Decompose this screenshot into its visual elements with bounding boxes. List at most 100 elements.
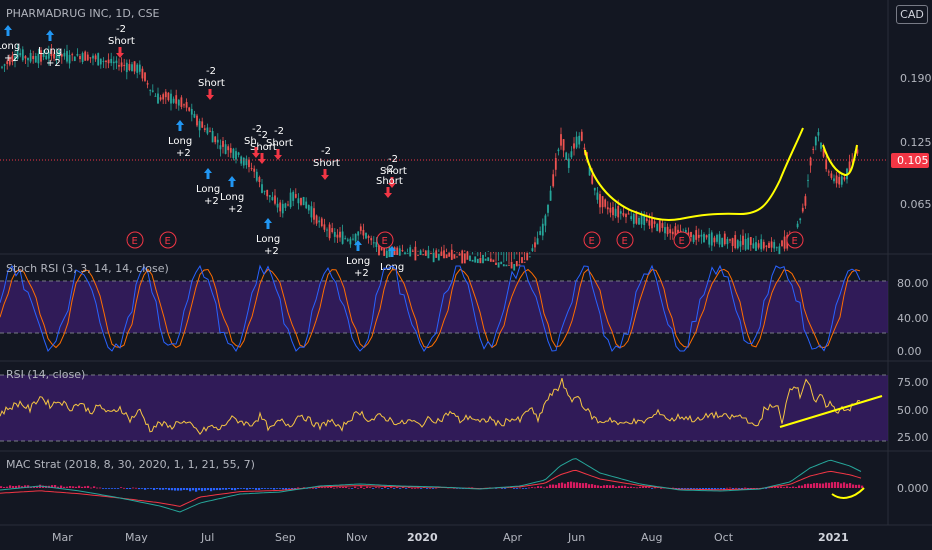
candle-body	[742, 235, 744, 245]
candle-body	[34, 55, 37, 63]
mac-hist-bar	[609, 485, 612, 488]
long-signal[interactable]: Long+2	[346, 240, 370, 279]
mac-tick: 0.000	[897, 482, 929, 495]
mac-hist-bar	[393, 488, 396, 489]
price-pane[interactable]: Long+2Long+2Short-2Long+2Long+2Short-2Sh…	[0, 7, 888, 279]
rsi-pane[interactable]: RSI (14, close)	[0, 368, 888, 442]
candle-body	[102, 60, 105, 62]
mac-hist-bar	[525, 488, 528, 489]
mac-hist-bar	[72, 486, 75, 488]
chart-canvas[interactable]: Long+2Long+2Short-2Long+2Long+2Short-2Sh…	[0, 0, 932, 550]
candle-body	[193, 113, 196, 118]
earnings-letter: E	[589, 236, 595, 247]
candle-body	[526, 252, 529, 261]
candle-body	[575, 136, 578, 148]
mac-hist-bar	[738, 488, 741, 489]
mac-hist-bar	[132, 487, 135, 489]
candle-body	[573, 143, 575, 149]
earnings-letter: E	[679, 236, 685, 247]
candle-body	[775, 247, 778, 249]
candle-body	[560, 134, 562, 146]
short-signal[interactable]: Short-2	[266, 126, 293, 160]
earnings-marker[interactable]: E	[376, 231, 394, 249]
mac-hist-bar	[231, 488, 234, 491]
short-signal[interactable]: Short-2	[198, 66, 225, 100]
mac-hist-bar	[312, 487, 315, 489]
candle-body	[505, 264, 508, 267]
candle-body	[401, 250, 404, 252]
candle-body	[68, 54, 71, 64]
mac-hist-bar	[798, 485, 801, 488]
time-tick: Jun	[567, 531, 585, 544]
candle-body	[328, 224, 331, 239]
candle-body	[404, 252, 406, 255]
candle-body	[435, 250, 438, 258]
mac-hist-bar	[246, 488, 249, 490]
candle-body	[643, 215, 646, 226]
earnings-marker[interactable]: E	[126, 231, 144, 249]
earnings-marker[interactable]: E	[786, 231, 804, 249]
signal-label: Short	[108, 36, 135, 47]
earnings-marker[interactable]: E	[616, 231, 634, 249]
price-pane-title: PHARMADRUG INC, 1D, CSE	[6, 7, 160, 20]
mac-hist-bar	[273, 488, 276, 490]
long-signal[interactable]: Long+2	[168, 120, 192, 159]
candle-body	[76, 54, 79, 56]
candle-body	[339, 231, 341, 238]
mac-hist-bar	[6, 486, 9, 488]
mac-hist-bar	[327, 487, 330, 488]
time-tick: Oct	[714, 531, 734, 544]
candle-body	[89, 57, 92, 59]
candle-body	[235, 151, 237, 160]
mac-hist-bar	[354, 486, 357, 488]
mac-hist-bar	[411, 487, 414, 489]
mac-hist-bar	[567, 482, 570, 488]
stoch-rsi-pane[interactable]: Stoch RSI (3, 3, 14, 14, close)	[0, 262, 888, 353]
earnings-marker[interactable]: E	[583, 231, 601, 249]
candle-body	[640, 214, 643, 225]
candle-body	[731, 238, 734, 247]
long-signal[interactable]: Long+2	[196, 168, 220, 207]
candle-body	[541, 223, 544, 236]
mac-hist-bar	[594, 484, 597, 488]
candle-body	[263, 190, 266, 192]
mac-annotation-drawing[interactable]	[831, 487, 865, 499]
signal-label: Short	[266, 138, 293, 149]
earnings-marker[interactable]: E	[159, 231, 177, 249]
candle-body	[557, 149, 560, 152]
candle-body	[812, 148, 815, 150]
mac-hist-bar	[387, 488, 390, 489]
candle-body	[149, 89, 152, 91]
short-signal[interactable]: Short-2	[313, 146, 340, 180]
candle-body	[346, 239, 349, 241]
mac-hist-bar	[339, 487, 342, 488]
candle-body	[417, 254, 419, 256]
mac-hist-bar	[135, 487, 138, 489]
long-arrow-icon	[46, 30, 54, 41]
candle-body	[383, 247, 386, 256]
mac-hist-bar	[840, 483, 843, 488]
mac-strat-pane[interactable]: MAC Strat (2018, 8, 30, 2020, 1, 1, 21, …	[0, 458, 865, 513]
mac-hist-bar	[15, 485, 18, 488]
mac-hist-bar	[618, 485, 621, 488]
mac-hist-bar	[381, 488, 384, 489]
short-signal[interactable]: Short-2	[108, 24, 135, 58]
earnings-marker[interactable]: E	[673, 231, 691, 249]
candle-body	[185, 102, 188, 108]
mac-hist-bar	[111, 488, 114, 489]
candle-body	[19, 53, 22, 56]
long-signal[interactable]: Long+2	[0, 25, 20, 64]
long-signal[interactable]: Long+2	[220, 176, 244, 215]
mac-hist-bar	[219, 488, 222, 491]
long-signal[interactable]: Long+2	[256, 218, 280, 257]
mac-hist-bar	[615, 486, 618, 488]
candle-body	[326, 229, 328, 231]
mac-hist-bar	[786, 486, 789, 488]
signal-label: Long	[346, 256, 370, 267]
candle-body	[458, 253, 461, 256]
time-tick: Nov	[346, 531, 368, 544]
candle-body	[760, 239, 763, 250]
mac-hist-bar	[582, 483, 585, 488]
mac-hist-bar	[726, 487, 729, 489]
long-signal[interactable]: Long+2	[38, 30, 62, 69]
